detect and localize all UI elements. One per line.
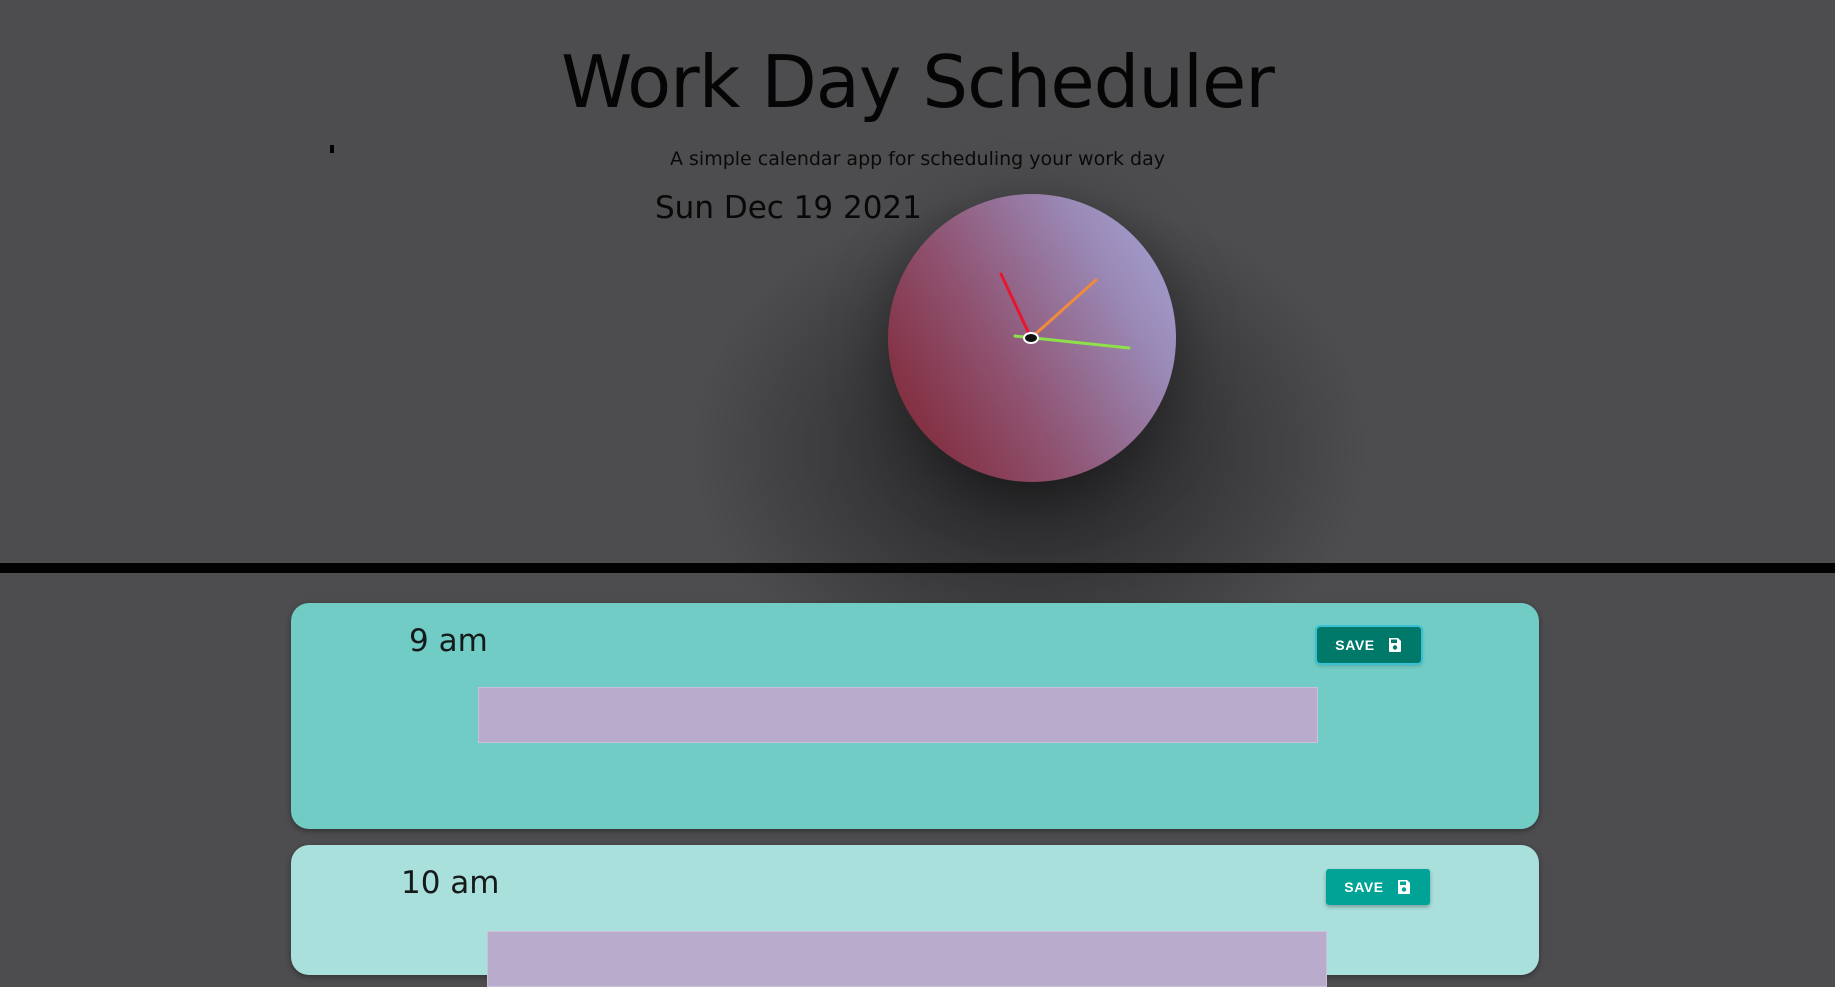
- floppy-disk-icon: [1397, 880, 1410, 894]
- save-button-label: SAVE: [1335, 637, 1375, 653]
- clock-hour-hand: [999, 272, 1033, 340]
- clock-center-pin: [1023, 332, 1039, 344]
- time-block-10am: 10 am SAVE: [291, 845, 1539, 987]
- analog-clock-icon: [888, 194, 1176, 482]
- save-button[interactable]: SAVE: [1326, 869, 1430, 905]
- header-divider: [0, 563, 1835, 573]
- event-textarea[interactable]: [478, 687, 1318, 743]
- time-block-9am: 9 am SAVE: [291, 603, 1539, 829]
- save-button-label: SAVE: [1344, 879, 1384, 895]
- current-day: Sun Dec 19 2021: [655, 190, 922, 226]
- stray-mark: [330, 145, 334, 153]
- hour-label: 9 am: [409, 623, 488, 659]
- hour-label: 10 am: [401, 865, 500, 901]
- page-header: Work Day Scheduler A simple calendar app…: [0, 0, 1835, 710]
- page-subtitle: A simple calendar app for scheduling you…: [669, 148, 1166, 170]
- floppy-disk-icon: [1388, 638, 1401, 652]
- clock-minute-hand: [1029, 278, 1098, 340]
- page-title: Work Day Scheduler: [561, 40, 1275, 124]
- clock-face: [999, 272, 1131, 350]
- save-button[interactable]: SAVE: [1315, 625, 1423, 665]
- event-textarea[interactable]: [487, 931, 1327, 987]
